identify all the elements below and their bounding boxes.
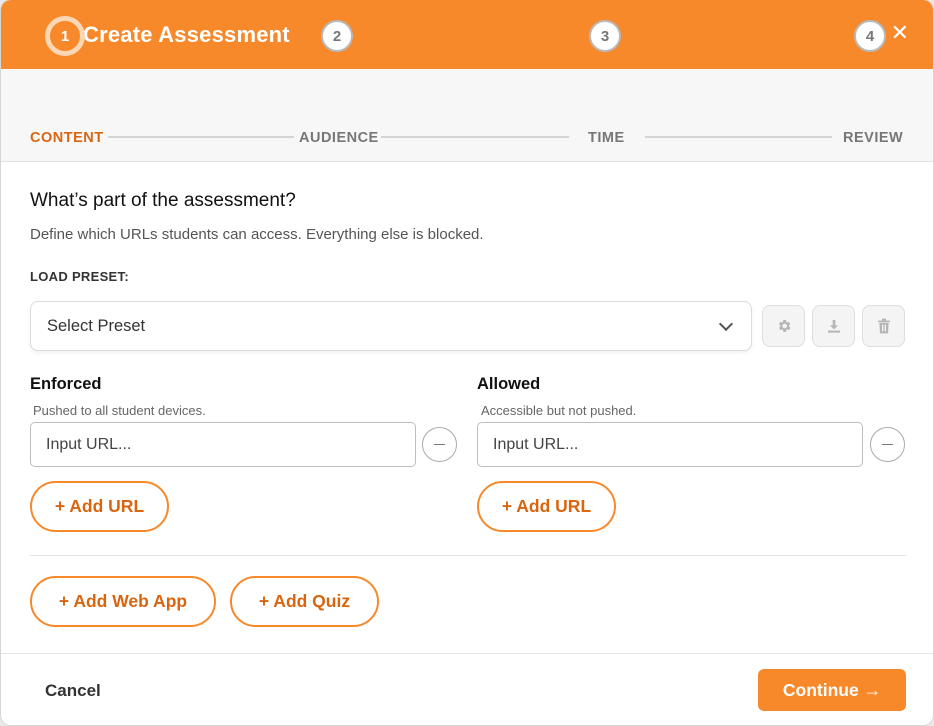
section-description: Define which URLs students can access. E… [30, 226, 484, 243]
preset-select[interactable]: Select Preset [30, 301, 752, 351]
add-allowed-url-button[interactable]: + Add URL [477, 481, 616, 532]
step-connector [108, 136, 294, 138]
dialog-header: Create Assessment ✕ [1, 0, 933, 69]
remove-enforced-url-button[interactable] [422, 427, 457, 462]
preset-download-button[interactable] [812, 305, 855, 347]
load-preset-label: LOAD PRESET: [30, 269, 129, 284]
step-connector [645, 136, 832, 138]
gear-icon [778, 320, 790, 332]
add-enforced-url-button[interactable]: + Add URL [30, 481, 169, 532]
create-assessment-dialog: Create Assessment ✕ 1 2 3 4 CONTENT AUDI… [1, 0, 933, 725]
allowed-subtitle: Accessible but not pushed. [481, 403, 637, 418]
download-icon [827, 320, 840, 333]
step-2-indicator[interactable]: 2 [321, 20, 353, 52]
allowed-title: Allowed [477, 375, 541, 393]
add-quiz-button[interactable]: + Add Quiz [230, 576, 379, 627]
allowed-url-input[interactable] [477, 422, 863, 467]
step-4-indicator[interactable]: 4 [854, 20, 886, 52]
step-1-indicator[interactable]: 1 [50, 21, 80, 51]
enforced-title: Enforced [30, 375, 102, 393]
step-connector [381, 136, 569, 138]
enforced-subtitle: Pushed to all student devices. [33, 403, 206, 418]
step-3-indicator[interactable]: 3 [589, 20, 621, 52]
section-heading: What’s part of the assessment? [30, 190, 296, 211]
progress-stepper [1, 69, 933, 162]
add-web-app-button[interactable]: + Add Web App [30, 576, 216, 627]
preset-delete-button[interactable] [862, 305, 905, 347]
enforced-url-input[interactable] [30, 422, 416, 467]
minus-icon [882, 443, 893, 446]
step-3-label[interactable]: TIME [588, 130, 625, 146]
preset-settings-button[interactable] [762, 305, 805, 347]
chevron-down-icon [718, 316, 734, 331]
remove-allowed-url-button[interactable] [870, 427, 905, 462]
dialog-title: Create Assessment [83, 21, 290, 47]
step-2-label[interactable]: AUDIENCE [299, 130, 379, 146]
minus-icon [434, 443, 445, 446]
cancel-button[interactable]: Cancel [45, 681, 101, 701]
close-icon[interactable]: ✕ [891, 22, 909, 44]
preset-select-value: Select Preset [47, 316, 146, 335]
trash-icon [877, 318, 890, 334]
step-1-label[interactable]: CONTENT [30, 130, 104, 146]
step-4-label[interactable]: REVIEW [843, 130, 903, 146]
continue-button[interactable]: Continue → [758, 669, 906, 711]
section-divider [30, 555, 906, 556]
